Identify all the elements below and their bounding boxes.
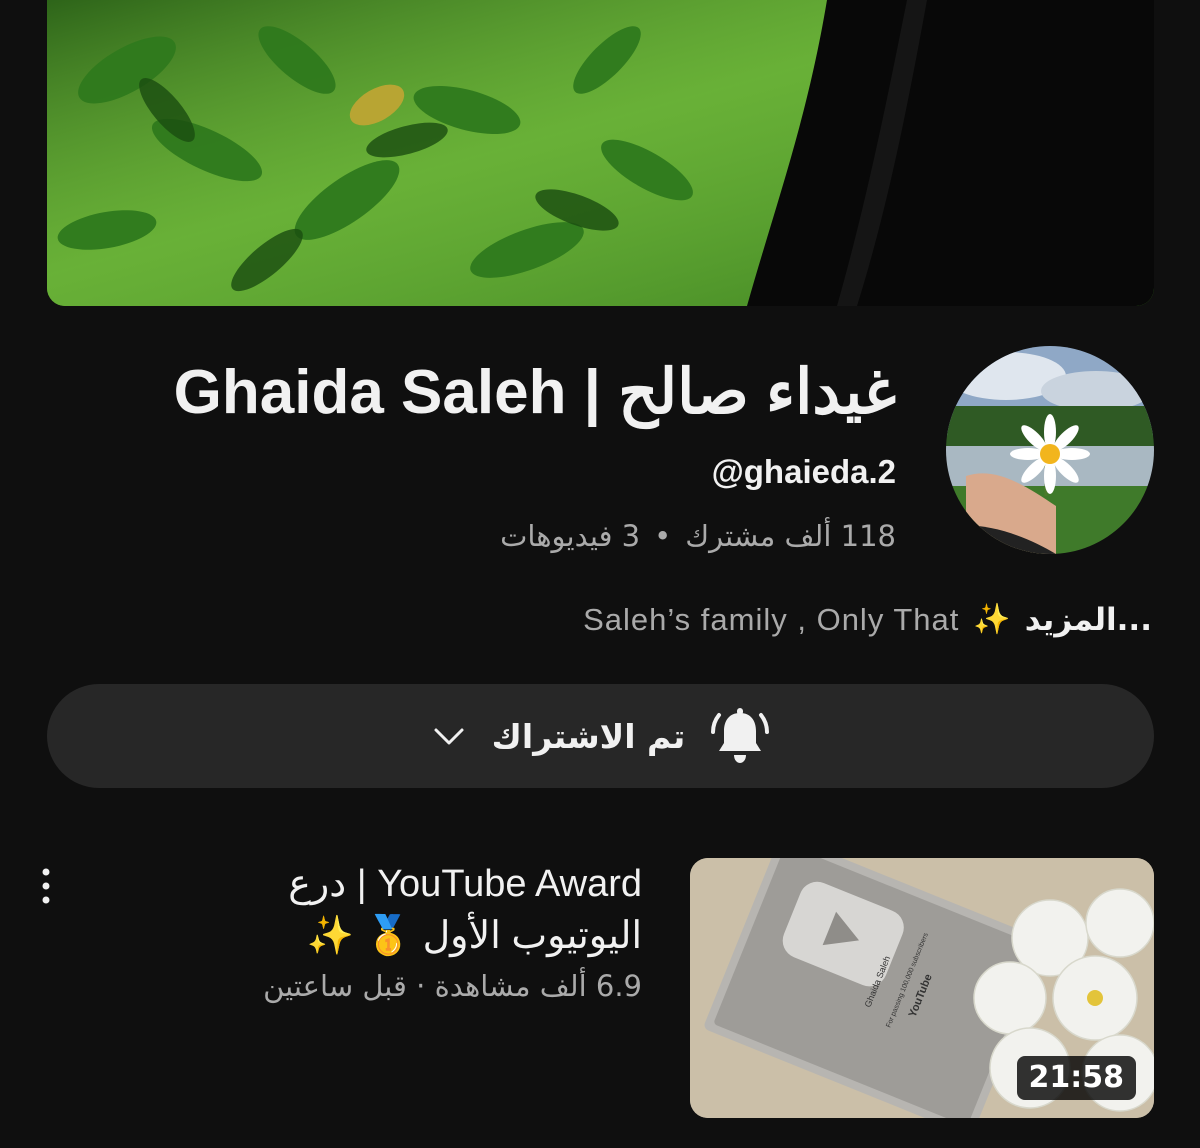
more-vertical-icon[interactable]	[34, 866, 58, 906]
banner-foliage	[47, 0, 1154, 306]
channel-title: Ghaida Saleh | غيداء صالح	[173, 358, 896, 427]
video-thumbnail[interactable]: Ghaida Saleh For passing 100,000 subscri…	[690, 858, 1154, 1118]
video-meta: 6.9 ألف مشاهدة · قبل ساعتين	[263, 969, 642, 1003]
video-duration: 21:58	[1016, 1056, 1136, 1100]
channel-banner	[47, 0, 1154, 306]
subscriber-count: 118 ألف مشترك	[685, 519, 896, 553]
sparkles-emoji: ✨	[973, 602, 1011, 637]
channel-stats: 118 ألف مشترك • 3 فيديوهات	[500, 514, 896, 558]
chevron-down-icon	[434, 728, 464, 745]
channel-description[interactable]: Saleh’s family , Only That ✨ المزيد...	[583, 598, 1152, 642]
subscribed-label: تم الاشتراك	[491, 716, 686, 756]
more-link[interactable]: المزيد...	[1025, 598, 1152, 642]
avatar-image	[946, 346, 1154, 554]
channel-avatar[interactable]	[946, 346, 1154, 554]
channel-handle: @ghaieda.2	[711, 453, 896, 490]
video-count: 3 فيديوهات	[500, 519, 641, 553]
bell-ringing-icon	[711, 708, 770, 763]
video-title[interactable]: YouTube Award | درع اليوتيوب الأول 🥇 ✨	[222, 858, 642, 962]
subscribed-button[interactable]: تم الاشتراك	[47, 684, 1154, 788]
stats-separator: •	[654, 519, 672, 553]
description-text: Saleh’s family , Only That	[583, 602, 960, 637]
